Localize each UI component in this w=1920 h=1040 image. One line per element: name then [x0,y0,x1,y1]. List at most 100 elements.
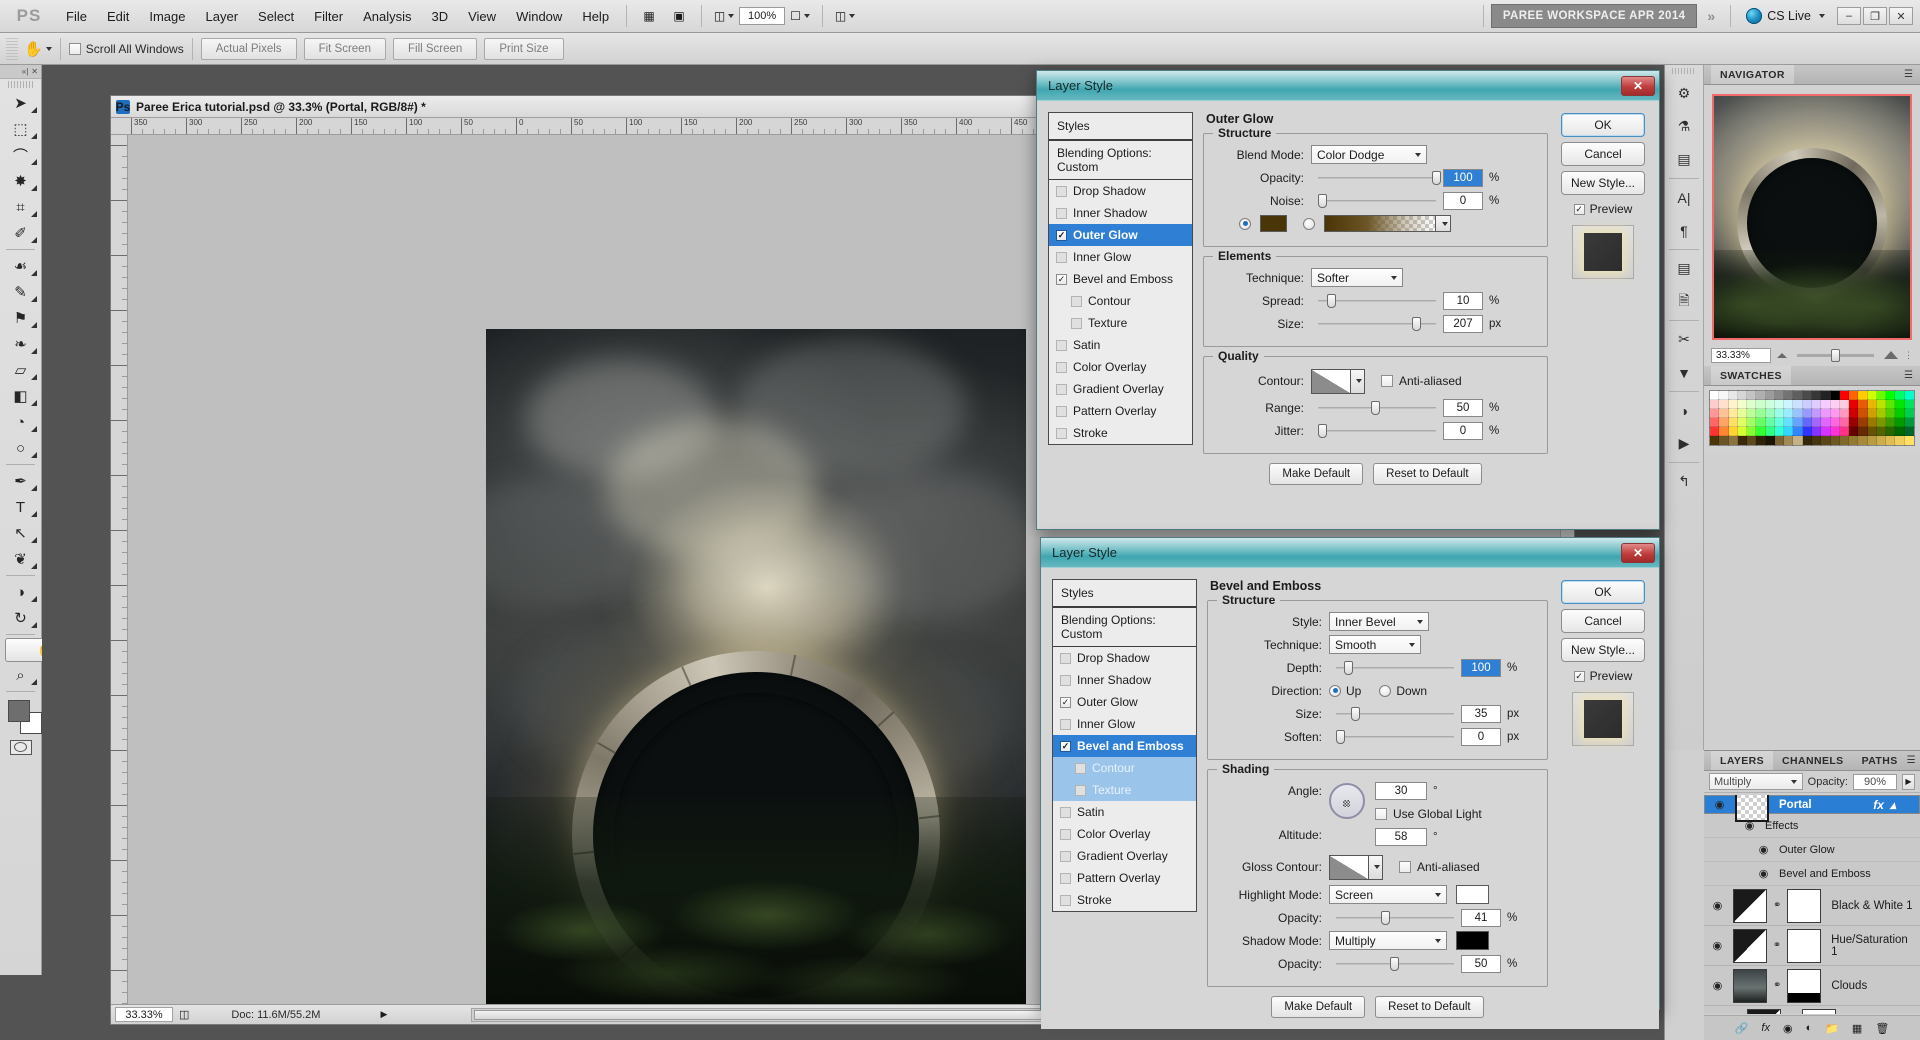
preview-checkbox[interactable]: ✓ [1573,670,1585,682]
menu-help[interactable]: Help [572,5,619,28]
tools-panel-header[interactable]: «| ✕ [0,65,41,79]
swatch[interactable] [1736,435,1749,446]
style-item-bevel-and-emboss[interactable]: ✓ Bevel and Emboss [1053,735,1196,757]
swatch[interactable] [1885,408,1897,419]
size-slider[interactable] [1318,315,1436,333]
3d-rotate-tool[interactable]: ◑ [0,579,41,605]
layer-thumbnail[interactable] [1733,888,1767,923]
swatch[interactable] [1810,435,1823,446]
layer-visibility-icon[interactable]: ◉ [1708,976,1727,995]
fill-screen-button[interactable]: Fill Screen [392,37,478,60]
zoom-tool[interactable]: ⌕ [0,662,41,688]
technique-select[interactable]: Softer [1311,268,1403,287]
swatch[interactable] [1903,417,1916,428]
style-checkbox[interactable] [1056,251,1067,263]
swatch[interactable] [1764,399,1776,410]
style-item-gradient-overlay[interactable]: Gradient Overlay [1049,378,1192,400]
swatch[interactable] [1708,390,1721,401]
preview-toggle[interactable]: ✓ Preview [1573,202,1632,216]
style-item-inner-glow[interactable]: Inner Glow [1053,713,1196,735]
swatch[interactable] [1727,426,1739,437]
swatch[interactable] [1727,399,1739,410]
swatch[interactable] [1848,390,1860,401]
layer-row[interactable]: ◉ ⚭ Clouds [1704,966,1920,1006]
link-mask-icon[interactable]: ⚭ [1773,940,1781,951]
swatch[interactable] [1810,399,1823,410]
swatch[interactable] [1875,426,1888,437]
magic-wand-tool[interactable]: ✸ [0,168,41,194]
swatch[interactable] [1838,408,1851,419]
swatch[interactable] [1820,435,1832,446]
style-item-inner-shadow[interactable]: Inner Shadow [1049,202,1192,224]
swatch[interactable] [1764,426,1776,437]
swatch[interactable] [1801,408,1814,419]
adjustments-icon[interactable]: ⚙ [1665,77,1703,110]
notes-icon[interactable]: 🗎 [1665,285,1703,318]
style-item-inner-shadow[interactable]: Inner Shadow [1053,669,1196,691]
noise-field[interactable]: 0 [1443,191,1483,210]
expand-effects-icon[interactable]: ▴ [1890,798,1896,812]
style-item-pattern-overlay[interactable]: Pattern Overlay [1053,867,1196,889]
shape-tool[interactable]: ❦ [0,546,41,572]
menu-window[interactable]: Window [506,5,572,28]
swatch[interactable] [1820,390,1832,401]
swatch[interactable] [1792,399,1804,410]
size-slider[interactable] [1336,705,1454,723]
swatch[interactable] [1829,390,1841,401]
zoom-in-icon[interactable] [1884,351,1898,359]
style-item-inner-glow[interactable]: Inner Glow [1049,246,1192,268]
swatch[interactable] [1792,435,1804,446]
swatch[interactable] [1820,408,1832,419]
swatch[interactable] [1848,399,1860,410]
layer-name[interactable]: Hue/Saturation 1 [1831,934,1916,958]
style-checkbox[interactable] [1056,427,1067,439]
swatch[interactable] [1875,399,1888,410]
layer-row[interactable]: ◉ ⚭ Black & White 1 [1704,886,1920,926]
navigator-thumbnail[interactable] [1712,94,1912,340]
swatch[interactable] [1773,399,1786,410]
style-checkbox[interactable] [1056,361,1067,373]
style-item-outer-glow[interactable]: ✓ Outer Glow [1049,224,1192,246]
style-item-drop-shadow[interactable]: Drop Shadow [1049,180,1192,202]
swatch[interactable] [1755,399,1767,410]
style-checkbox[interactable]: ✓ [1060,740,1071,752]
swatch[interactable] [1783,390,1795,401]
opacity-field[interactable]: 100 [1443,168,1483,187]
gradient-radio[interactable] [1303,217,1315,230]
swatch[interactable] [1903,390,1916,401]
swatch[interactable] [1727,435,1739,446]
blending-options-item[interactable]: Blending Options: Custom [1053,608,1196,647]
swatch[interactable] [1727,390,1739,401]
layer-mask-thumbnail[interactable] [1787,888,1822,923]
layer-thumbnail[interactable] [1732,928,1767,963]
swatch[interactable] [1885,435,1897,446]
swatch[interactable] [1857,435,1869,446]
layer-thumbnail[interactable] [1747,1008,1782,1014]
size-field[interactable]: 35 [1461,704,1501,723]
blending-options-item[interactable]: Blending Options: Custom [1049,141,1192,180]
navigator-panel-menu-icon[interactable]: ☰ [1904,69,1920,80]
swatch[interactable] [1866,417,1878,428]
menu-select[interactable]: Select [248,5,304,28]
styles-header[interactable]: Styles [1049,113,1192,141]
swatch[interactable] [1801,435,1814,446]
menu-analysis[interactable]: Analysis [353,5,421,28]
color-icon[interactable]: ◑ [1665,394,1703,427]
gloss-contour-picker-button[interactable] [1369,854,1383,880]
swatch[interactable] [1838,390,1851,401]
style-item-color-overlay[interactable]: Color Overlay [1049,356,1192,378]
swatch[interactable] [1708,417,1721,428]
swatch[interactable] [1810,417,1823,428]
actions-icon[interactable]: ▶ [1665,427,1703,460]
spread-slider[interactable] [1318,292,1436,310]
swatch[interactable] [1773,408,1786,419]
swatch[interactable] [1755,435,1767,446]
swatch[interactable] [1755,417,1767,428]
brush-tool[interactable]: ✎ [0,279,41,305]
solid-color-radio[interactable] [1239,217,1251,230]
swatch[interactable] [1718,426,1730,437]
swatch[interactable] [1829,426,1841,437]
altitude-field[interactable]: 58 [1375,827,1427,846]
swatch[interactable] [1885,390,1897,401]
swatch[interactable] [1764,435,1776,446]
